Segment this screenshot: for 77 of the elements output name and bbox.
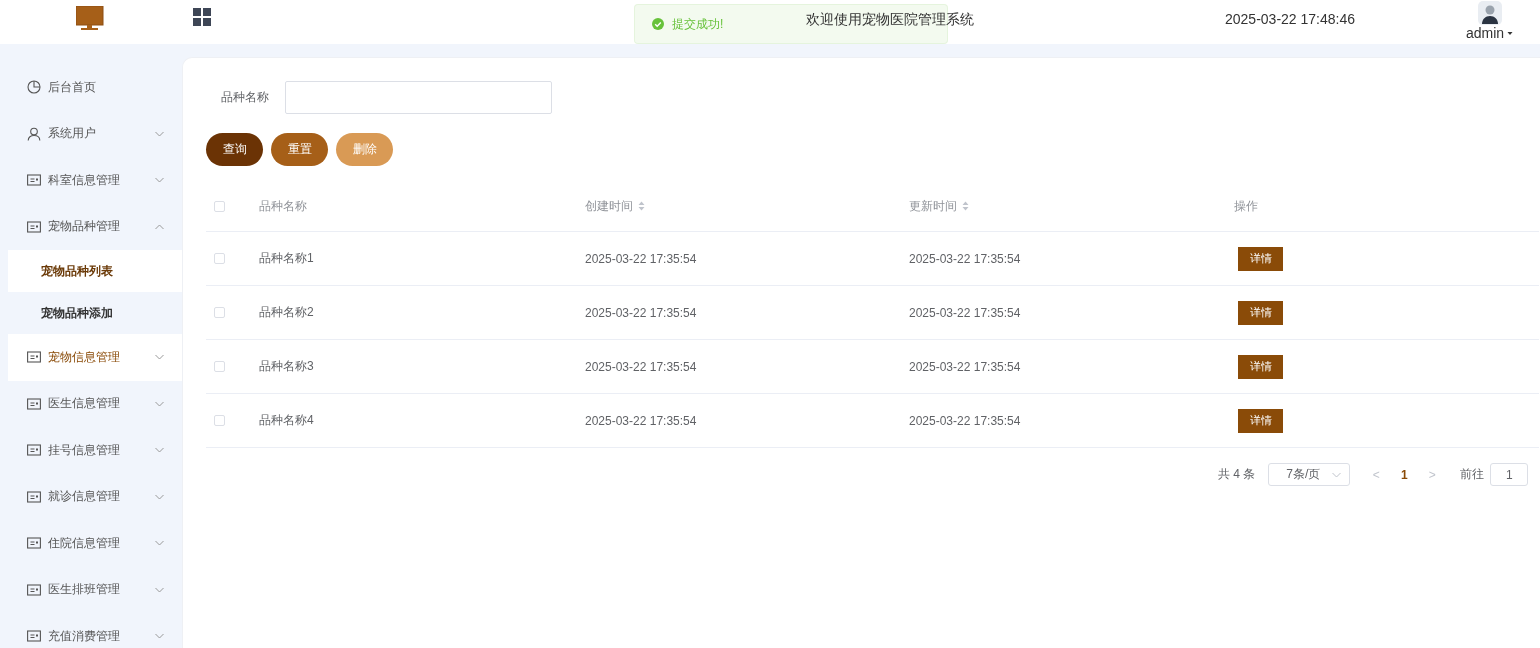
sidebar-item[interactable]: 科室信息管理 <box>8 157 182 204</box>
detail-button[interactable]: 详情 <box>1238 300 1283 325</box>
table-cell: 品种名称1 <box>259 250 314 267</box>
query-button[interactable]: 查询 <box>206 133 263 166</box>
table-cell: 品种名称2 <box>259 304 314 321</box>
breed-name-field[interactable] <box>285 81 552 114</box>
card-icon <box>27 489 41 504</box>
chevron-down-icon <box>155 493 164 500</box>
sort-icon <box>638 201 645 211</box>
system-title: 欢迎使用宠物医院管理系统 <box>806 11 974 29</box>
sidebar-item[interactable]: 挂号信息管理 <box>8 427 182 474</box>
row-checkbox[interactable] <box>214 253 225 264</box>
row-checkbox[interactable] <box>214 361 225 372</box>
goto-label: 前往 <box>1460 466 1485 483</box>
card-icon <box>27 443 41 458</box>
sidebar-item[interactable]: 后台首页 <box>8 64 182 111</box>
field-label: 品种名称 <box>220 89 270 106</box>
detail-button[interactable]: 详情 <box>1238 246 1283 271</box>
column-header: 操作 <box>1234 197 1258 215</box>
chevron-up-icon <box>155 223 164 230</box>
chevron-down-icon <box>155 540 164 546</box>
datetime-text: 2025-03-22 17:48:46 <box>1225 11 1355 27</box>
sidebar-item[interactable]: 系统用户 <box>8 110 182 157</box>
sidebar-item[interactable]: 医生信息管理 <box>8 380 182 427</box>
sort-icon <box>962 201 969 211</box>
avatar-icon <box>1477 1 1502 25</box>
card-icon <box>27 350 41 365</box>
chevron-down-icon <box>1332 471 1342 478</box>
row-checkbox[interactable] <box>214 415 225 426</box>
pie-chart-icon <box>27 80 41 95</box>
monitor-icon <box>76 6 104 31</box>
reset-button[interactable]: 重置 <box>271 133 328 166</box>
table-cell: 品种名称4 <box>259 412 314 429</box>
detail-button[interactable]: 详情 <box>1238 354 1283 379</box>
card-icon <box>27 536 41 551</box>
total-count: 共 4 条 <box>1218 466 1256 483</box>
card-icon <box>27 173 41 188</box>
table-cell: 品种名称3 <box>259 358 314 375</box>
chevron-down-icon <box>155 586 164 593</box>
sidebar-item[interactable]: 宠物信息管理 <box>8 334 182 381</box>
detail-button[interactable]: 详情 <box>1238 408 1283 433</box>
chevron-down-icon <box>155 130 164 137</box>
table-cell: 2025-03-22 17:35:54 <box>585 413 697 428</box>
table-cell: 2025-03-22 17:35:54 <box>585 305 697 320</box>
card-icon <box>27 582 41 597</box>
user-icon <box>27 126 41 141</box>
table-cell: 2025-03-22 17:35:54 <box>909 251 1021 266</box>
row-checkbox[interactable] <box>214 307 225 318</box>
chevron-down-icon <box>155 400 164 407</box>
card-icon <box>27 219 41 234</box>
chevron-down-icon <box>155 354 164 360</box>
sidebar-item[interactable]: 住院信息管理 <box>8 520 182 567</box>
sidebar-subitem[interactable]: 宠物品种添加 <box>8 292 182 334</box>
chevron-down-icon <box>155 447 164 453</box>
grid-menu-icon[interactable] <box>193 8 211 26</box>
card-icon <box>27 396 41 411</box>
table-cell: 2025-03-22 17:35:54 <box>909 413 1021 428</box>
table-cell: 2025-03-22 17:35:54 <box>585 359 697 374</box>
caret-icon <box>1507 30 1514 36</box>
table-cell: 2025-03-22 17:35:54 <box>585 251 697 266</box>
sidebar-item[interactable]: 宠物品种管理 <box>8 203 182 250</box>
sidebar-item[interactable]: 充值消费管理 <box>8 613 182 648</box>
page-size-select[interactable]: 7条/页 <box>1268 463 1351 486</box>
sidebar-item[interactable]: 医生排班管理 <box>8 566 182 613</box>
page-jump-field[interactable]: 1 <box>1490 463 1529 486</box>
page-number[interactable]: 1 <box>1390 467 1419 482</box>
chevron-down-icon <box>155 177 164 183</box>
column-header: 品种名称 <box>259 197 307 215</box>
card-icon <box>27 629 41 644</box>
select-all-checkbox[interactable] <box>214 200 225 212</box>
chevron-down-icon <box>155 633 164 639</box>
table-cell: 2025-03-22 17:35:54 <box>909 359 1021 374</box>
user-menu[interactable]: admin <box>1466 25 1514 41</box>
sidebar-item[interactable]: 就诊信息管理 <box>8 473 182 520</box>
check-circle-icon <box>652 18 664 30</box>
table-cell: 2025-03-22 17:35:54 <box>909 305 1021 320</box>
sidebar-subitem[interactable]: 宠物品种列表 <box>8 250 182 292</box>
